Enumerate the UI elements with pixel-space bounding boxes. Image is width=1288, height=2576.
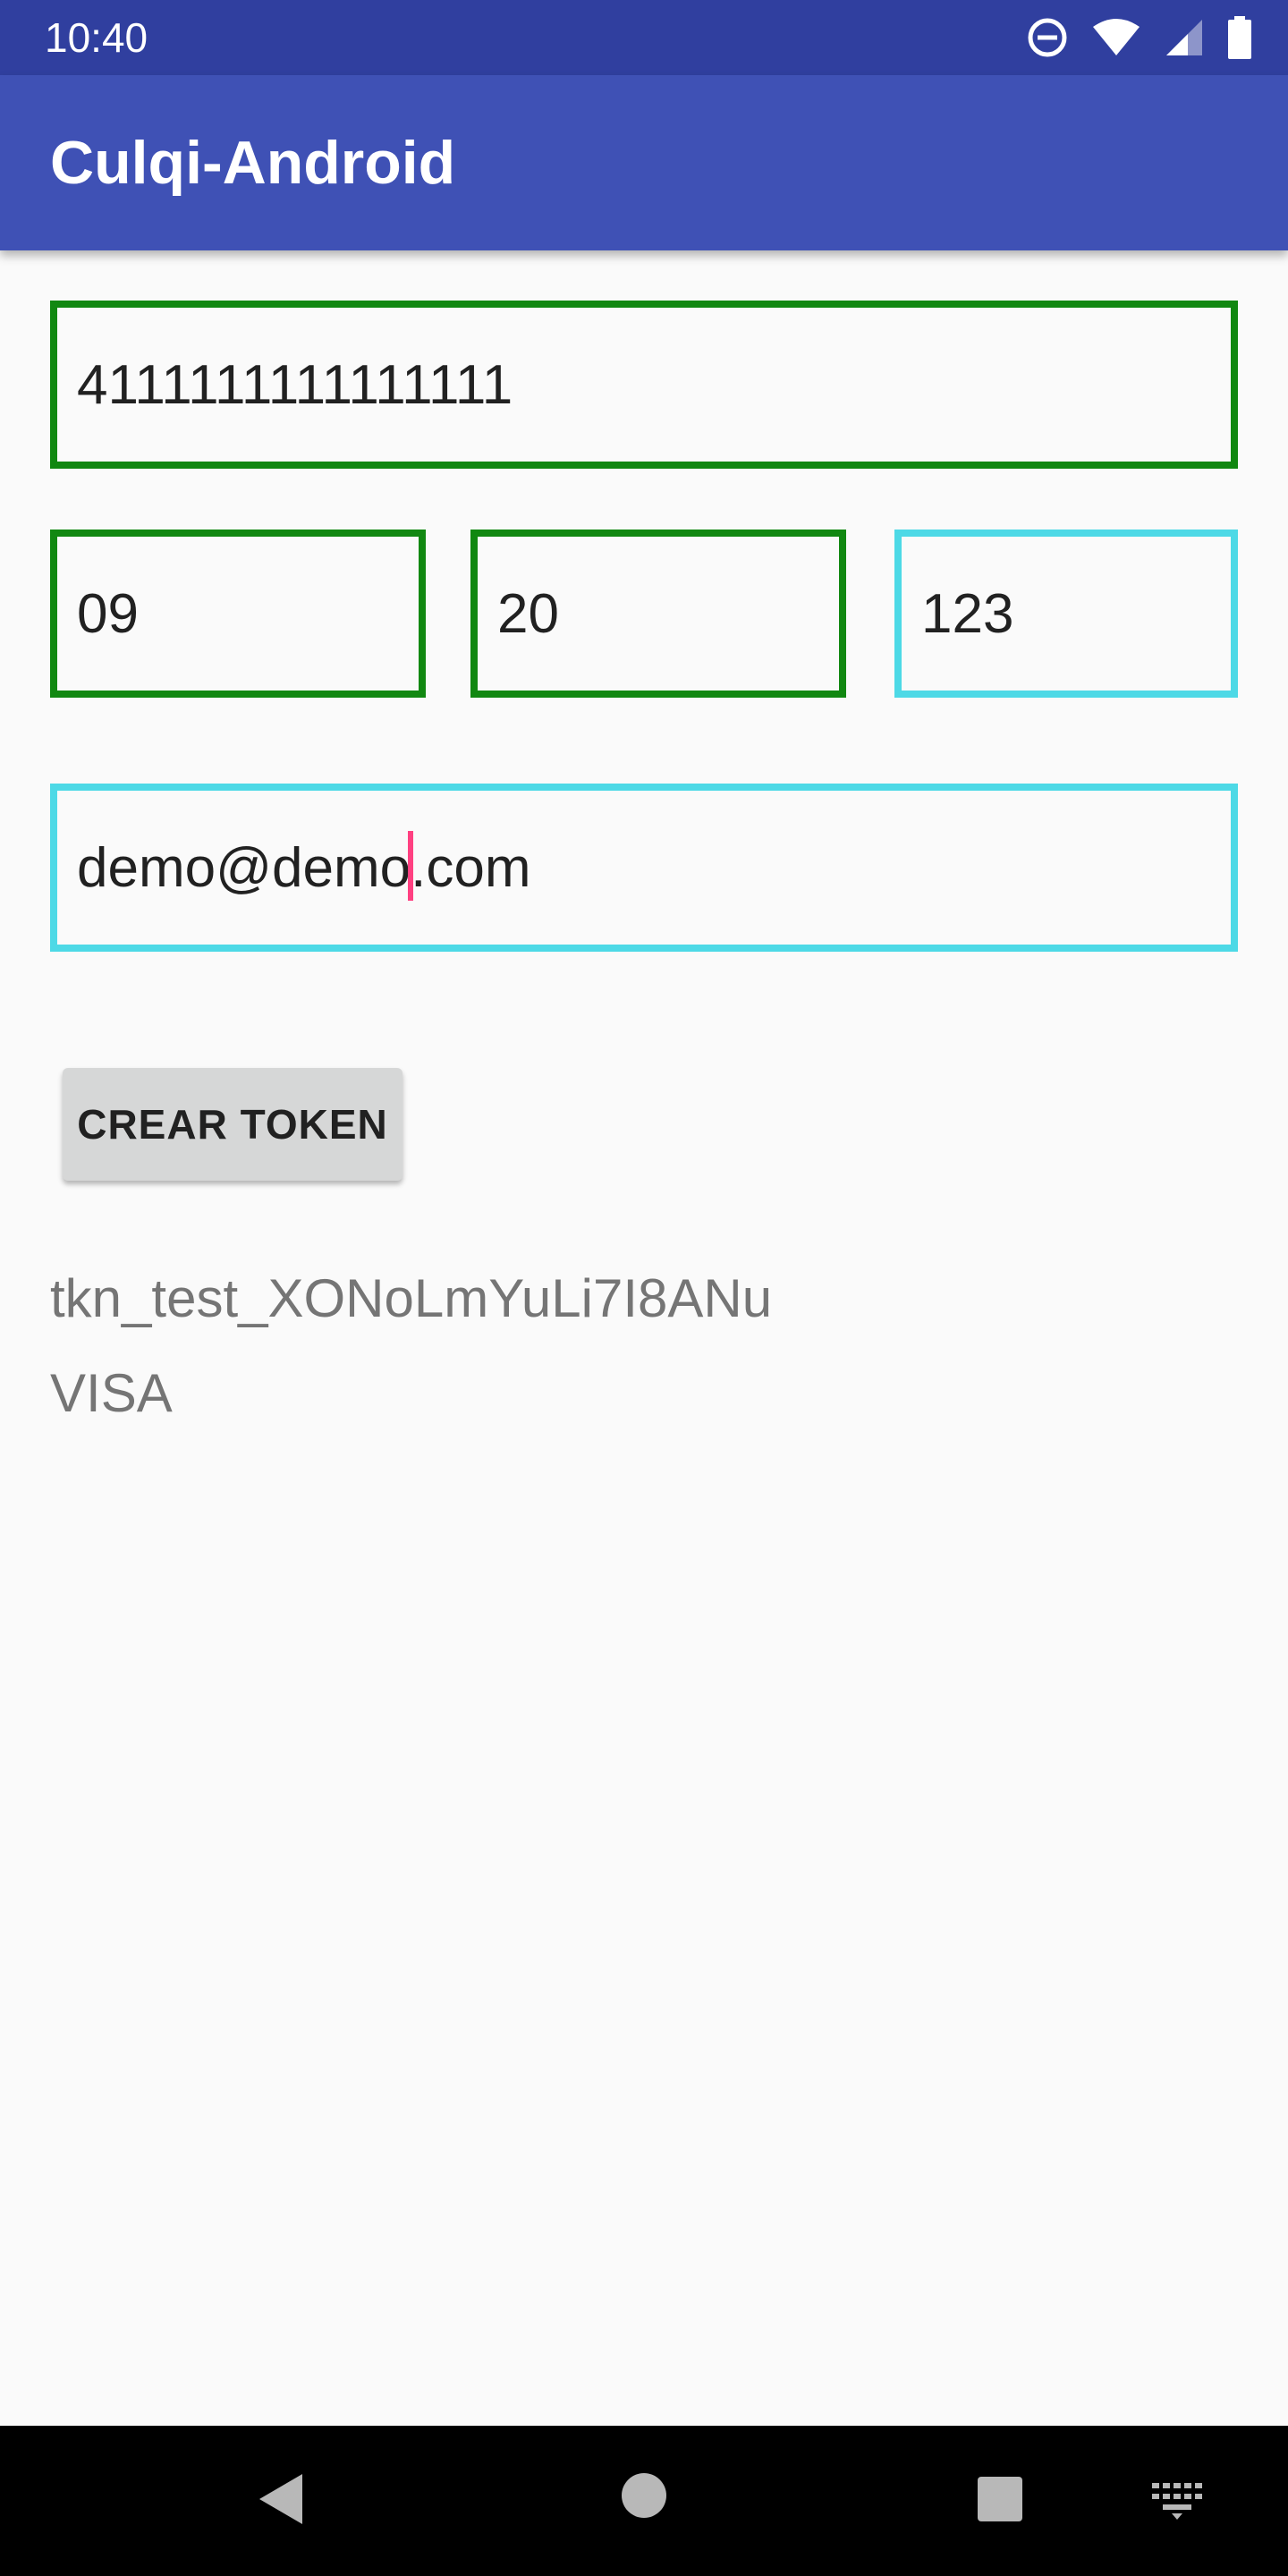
app-title: Culqi-Android bbox=[50, 129, 456, 197]
email-value-end: .com bbox=[411, 836, 531, 899]
cvv-value: 123 bbox=[921, 582, 1014, 645]
do-not-disturb-icon bbox=[1027, 17, 1068, 58]
home-icon[interactable] bbox=[619, 2470, 669, 2525]
keyboard-icon[interactable] bbox=[1150, 2478, 1204, 2525]
expiration-year-input[interactable]: 20 bbox=[470, 530, 846, 698]
card-brand-result: VISA bbox=[50, 1363, 173, 1423]
expiration-month-input[interactable]: 09 bbox=[50, 530, 426, 698]
back-icon[interactable] bbox=[254, 2470, 308, 2532]
status-bar: 10:40 bbox=[0, 0, 1288, 75]
wifi-icon bbox=[1091, 18, 1141, 57]
status-time: 10:40 bbox=[45, 14, 148, 61]
email-value-start: demo@demo bbox=[77, 836, 411, 899]
app-bar: Culqi-Android bbox=[0, 75, 1288, 250]
card-number-input[interactable]: 4111111111111111 bbox=[50, 301, 1238, 469]
cvv-input[interactable]: 123 bbox=[894, 530, 1238, 698]
recents-icon[interactable] bbox=[975, 2474, 1025, 2529]
card-number-value: 4111111111111111 bbox=[77, 353, 513, 416]
text-cursor bbox=[408, 831, 414, 901]
email-input[interactable]: demo@demo .com bbox=[50, 784, 1238, 952]
create-token-button[interactable]: CREAR TOKEN bbox=[63, 1068, 402, 1181]
app-screen: 10:40 Culqi-Android 4111111111111111 09 … bbox=[0, 0, 1288, 2576]
expiration-year-value: 20 bbox=[497, 582, 559, 645]
expiration-month-value: 09 bbox=[77, 582, 139, 645]
battery-icon bbox=[1227, 16, 1252, 59]
signal-icon bbox=[1165, 18, 1204, 57]
navigation-bar bbox=[0, 2426, 1288, 2576]
status-icons bbox=[1027, 14, 1252, 61]
token-result: tkn_test_XONoLmYuLi7I8ANu bbox=[50, 1268, 773, 1328]
